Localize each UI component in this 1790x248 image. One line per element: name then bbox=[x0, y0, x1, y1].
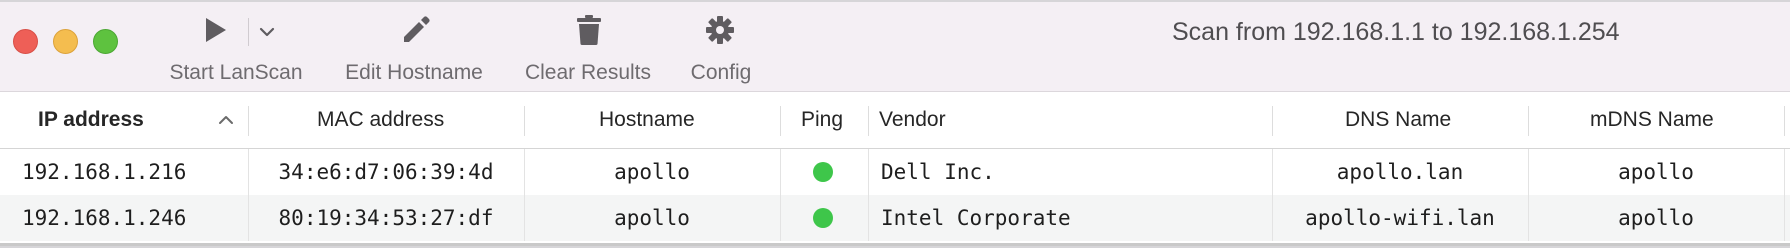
zoom-window-button[interactable] bbox=[93, 29, 118, 54]
column-divider bbox=[780, 195, 781, 241]
column-header-ping[interactable]: Ping bbox=[801, 92, 843, 148]
column-divider[interactable] bbox=[524, 106, 525, 136]
column-divider bbox=[1272, 195, 1273, 241]
column-header-mac[interactable]: MAC address bbox=[317, 92, 444, 148]
chevron-down-icon[interactable] bbox=[259, 24, 275, 42]
ping-status-indicator bbox=[813, 208, 833, 228]
cell-dns: apollo.lan bbox=[1336, 160, 1464, 184]
column-divider bbox=[1528, 149, 1529, 195]
column-divider bbox=[1528, 195, 1529, 241]
cell-mdns: apollo bbox=[1618, 206, 1694, 230]
column-divider bbox=[248, 195, 249, 241]
clear-results-label: Clear Results bbox=[524, 61, 652, 84]
play-icon bbox=[204, 16, 228, 44]
toolbar: Start LanScan Edit Hostname Clear Result… bbox=[0, 2, 1790, 92]
gear-icon bbox=[705, 15, 735, 45]
column-divider bbox=[868, 149, 869, 195]
cell-vendor: Dell Inc. bbox=[881, 160, 995, 184]
toolbar-divider bbox=[248, 18, 249, 46]
cell-hostname: apollo bbox=[614, 160, 690, 184]
config-button[interactable]: Config bbox=[0, 2, 751, 91]
cell-mac: 34:e6:d7:06:39:4d bbox=[278, 160, 494, 184]
column-header-dns[interactable]: DNS Name bbox=[1345, 92, 1451, 148]
config-label: Config bbox=[690, 61, 752, 84]
column-divider bbox=[780, 149, 781, 195]
table-row[interactable]: 192.168.1.246 80:19:34:53:27:df apollo I… bbox=[0, 195, 1790, 241]
column-divider[interactable] bbox=[780, 106, 781, 136]
cell-mdns: apollo bbox=[1618, 160, 1694, 184]
cell-ip: 192.168.1.246 bbox=[22, 206, 187, 230]
column-divider[interactable] bbox=[1272, 106, 1273, 136]
table-row[interactable]: 192.168.1.216 34:e6:d7:06:39:4d apollo D… bbox=[0, 149, 1790, 195]
table-header: IP address MAC address Hostname Ping Ven… bbox=[0, 92, 1790, 149]
column-divider bbox=[524, 195, 525, 241]
window-bottom-border bbox=[0, 243, 1790, 246]
column-divider bbox=[524, 149, 525, 195]
cell-mac: 80:19:34:53:27:df bbox=[278, 206, 494, 230]
column-divider bbox=[248, 149, 249, 195]
column-divider bbox=[868, 195, 869, 241]
start-lanscan-label: Start LanScan bbox=[169, 61, 303, 84]
column-divider[interactable] bbox=[868, 106, 869, 136]
edit-hostname-label: Edit Hostname bbox=[345, 61, 483, 84]
column-divider[interactable] bbox=[1528, 106, 1529, 136]
column-divider bbox=[1272, 149, 1273, 195]
column-divider[interactable] bbox=[248, 106, 249, 136]
column-divider bbox=[1784, 149, 1785, 195]
ping-status-indicator bbox=[813, 162, 833, 182]
column-header-hostname[interactable]: Hostname bbox=[599, 92, 695, 148]
sort-ascending-icon[interactable] bbox=[218, 113, 234, 131]
column-divider bbox=[1784, 195, 1785, 241]
column-header-mdns[interactable]: mDNS Name bbox=[1590, 92, 1714, 148]
pencil-icon bbox=[401, 15, 431, 45]
app-window: Start LanScan Edit Hostname Clear Result… bbox=[0, 2, 1790, 246]
cell-ip: 192.168.1.216 bbox=[22, 160, 187, 184]
minimize-window-button[interactable] bbox=[53, 29, 78, 54]
trash-icon bbox=[576, 14, 602, 46]
column-divider[interactable] bbox=[1784, 106, 1785, 136]
cell-dns: apollo-wifi.lan bbox=[1305, 206, 1495, 230]
scan-range-text: Scan from 192.168.1.1 to 192.168.1.254 bbox=[1172, 18, 1620, 46]
close-window-button[interactable] bbox=[13, 29, 38, 54]
cell-vendor: Intel Corporate bbox=[881, 206, 1071, 230]
cell-hostname: apollo bbox=[614, 206, 690, 230]
column-header-ip[interactable]: IP address bbox=[38, 92, 144, 148]
column-header-vendor[interactable]: Vendor bbox=[879, 92, 946, 148]
